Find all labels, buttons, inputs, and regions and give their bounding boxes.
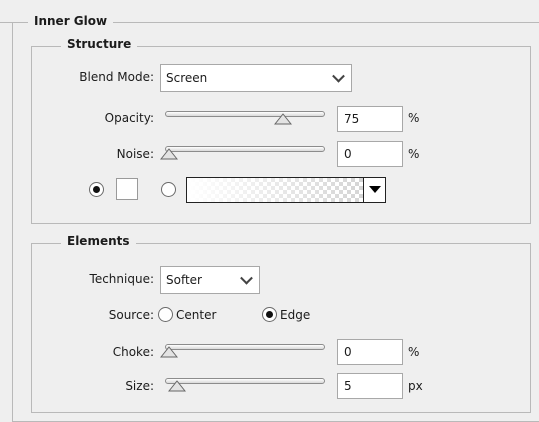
chevron-down-icon	[240, 271, 253, 285]
solid-color-radio[interactable]	[89, 182, 104, 197]
elements-group	[31, 243, 531, 413]
technique-select[interactable]: Softer	[160, 266, 260, 294]
choke-slider-thumb[interactable]	[160, 346, 178, 358]
source-center-radio[interactable]	[158, 307, 173, 322]
size-label: Size:	[125, 379, 154, 393]
size-unit: px	[408, 379, 423, 393]
noise-unit: %	[408, 147, 420, 161]
opacity-label: Opacity:	[104, 111, 154, 125]
inner-glow-title: Inner Glow	[28, 14, 114, 28]
choke-input[interactable]: 0	[337, 339, 403, 365]
gradient-radio[interactable]	[161, 182, 176, 197]
size-input[interactable]: 5	[337, 373, 403, 399]
noise-slider-thumb[interactable]	[160, 148, 178, 160]
choke-slider-track[interactable]	[165, 344, 325, 350]
blend-mode-select[interactable]: Screen	[160, 64, 352, 92]
noise-label: Noise:	[116, 147, 154, 161]
source-edge-label[interactable]: Edge	[280, 308, 310, 322]
choke-label: Choke:	[112, 345, 154, 359]
source-label: Source:	[108, 308, 154, 322]
gradient-picker[interactable]	[186, 177, 386, 203]
technique-value: Softer	[166, 273, 202, 287]
noise-slider-track[interactable]	[165, 146, 325, 152]
inner-glow-legend-line	[0, 22, 12, 23]
chevron-down-icon	[332, 69, 345, 83]
glow-color-swatch[interactable]	[116, 178, 138, 200]
choke-unit: %	[408, 345, 420, 359]
size-slider-thumb[interactable]	[167, 380, 186, 392]
gradient-dropdown-arrow-icon[interactable]	[363, 178, 385, 202]
opacity-input[interactable]: 75	[337, 106, 403, 132]
blend-mode-label: Blend Mode:	[79, 70, 154, 84]
elements-legend: Elements	[61, 234, 136, 248]
structure-legend: Structure	[61, 37, 138, 51]
opacity-unit: %	[408, 111, 420, 125]
blend-mode-value: Screen	[166, 71, 208, 85]
source-edge-radio[interactable]	[262, 307, 277, 322]
opacity-slider-thumb[interactable]	[274, 113, 292, 125]
opacity-slider-track[interactable]	[165, 111, 325, 117]
noise-input[interactable]: 0	[337, 141, 403, 167]
size-slider-track[interactable]	[165, 378, 325, 384]
technique-label: Technique:	[89, 272, 154, 286]
source-center-label[interactable]: Center	[176, 308, 216, 322]
